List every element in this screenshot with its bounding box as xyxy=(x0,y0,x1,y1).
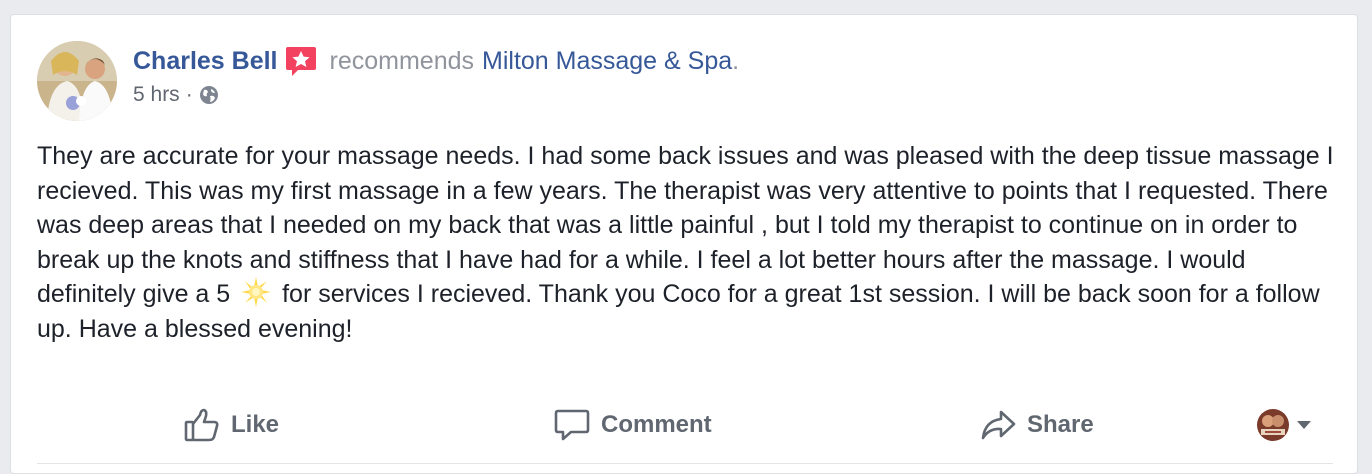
post-timestamp[interactable]: 5 hrs xyxy=(133,83,180,107)
thumbs-up-icon xyxy=(183,406,221,444)
share-label: Share xyxy=(1027,411,1094,438)
post-body: They are accurate for your massage needs… xyxy=(37,139,1337,346)
recommends-text: recommends xyxy=(329,47,475,75)
post-body-text-2: for services I recieved. Thank you Coco … xyxy=(37,280,1320,343)
sun-emoji xyxy=(241,277,272,307)
globe-icon[interactable] xyxy=(199,85,219,105)
recommendation-badge-icon xyxy=(284,44,318,78)
author-name[interactable]: Charles Bell xyxy=(133,43,278,79)
share-button[interactable]: Share xyxy=(979,403,1094,447)
page-selector[interactable] xyxy=(1257,409,1311,441)
comment-button[interactable]: Comment xyxy=(553,403,712,447)
post-meta: 5 hrs · xyxy=(133,83,739,107)
post-actions: Like Comment Share xyxy=(11,403,1357,447)
like-button[interactable]: Like xyxy=(183,403,279,447)
post-card: Charles Bell recommends Milton Massage &… xyxy=(10,14,1358,474)
page-avatar xyxy=(1257,409,1289,441)
speech-bubble-icon xyxy=(553,406,591,444)
post-header: Charles Bell recommends Milton Massage &… xyxy=(37,41,739,121)
like-label: Like xyxy=(231,411,280,438)
share-arrow-icon xyxy=(979,406,1017,444)
author-avatar[interactable] xyxy=(37,41,117,121)
page-link[interactable]: Milton Massage & Spa xyxy=(482,43,732,79)
chevron-down-icon xyxy=(1297,421,1311,429)
post-title-line: Charles Bell recommends Milton Massage &… xyxy=(133,43,739,79)
comment-label: Comment xyxy=(601,411,712,438)
divider xyxy=(37,463,1333,464)
title-period: . xyxy=(732,47,740,75)
meta-separator: · xyxy=(185,83,193,106)
